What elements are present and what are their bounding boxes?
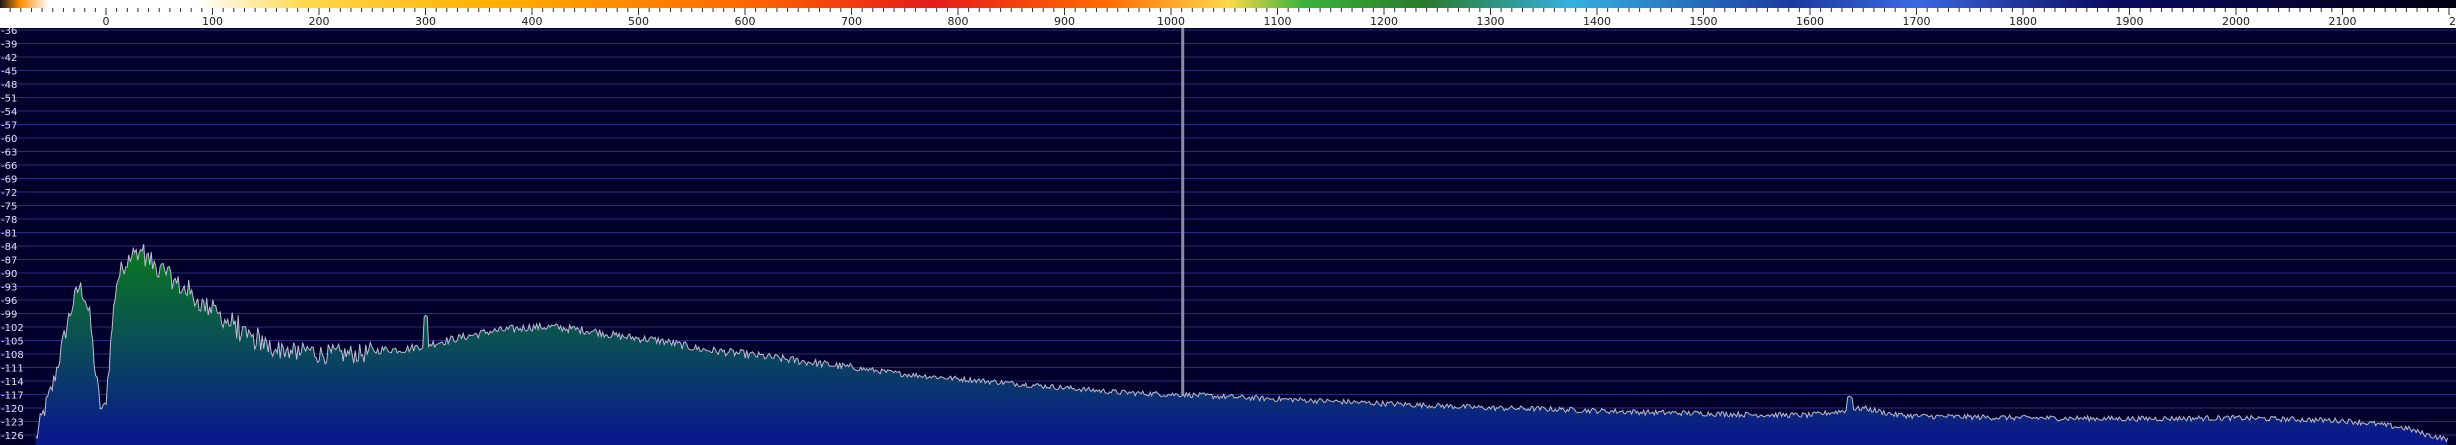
level-tick-label: -114 <box>1 377 24 388</box>
frequency-tick-label: 1000 <box>1157 15 1185 28</box>
level-tick-label: -84 <box>1 242 17 253</box>
frequency-tick-label: 300 <box>415 15 436 28</box>
frequency-tick-label: 0 <box>103 15 110 28</box>
frequency-tick-label: 600 <box>735 15 756 28</box>
level-tick-label: -60 <box>1 134 17 145</box>
frequency-tick-label: 1700 <box>1903 15 1931 28</box>
frequency-tick-label: 1800 <box>2009 15 2037 28</box>
level-tick-label: -36 <box>1 28 17 37</box>
frequency-tick-label: 1600 <box>1796 15 1824 28</box>
frequency-tick-label: 200 <box>309 15 330 28</box>
level-tick-label: -45 <box>1 67 17 78</box>
level-tick-label: -81 <box>1 229 17 240</box>
level-tick-label: -102 <box>1 323 24 334</box>
frequency-tick-label: 100 <box>202 15 223 28</box>
spectrum-fill-area <box>35 244 2448 445</box>
level-scale-labels: -36 -39 -42 -45 -48 -51 -54 -57 -60 -63 -66 -69 -72 -… <box>1 28 24 442</box>
level-tick-label: -63 <box>1 148 17 159</box>
level-tick-label: -111 <box>1 364 24 375</box>
level-tick-label: -48 <box>1 80 17 91</box>
frequency-tick-label: 1900 <box>2116 15 2144 28</box>
frequency-tick-label: 22 <box>2449 15 2456 28</box>
level-tick-label: -93 <box>1 283 17 294</box>
frequency-tick-label: 700 <box>841 15 862 28</box>
frequency-scale[interactable]: 0 100 200 300 400 500 600 700 800 900 1000 1100 1200… <box>0 0 2456 28</box>
level-tick-label: -126 <box>1 431 24 442</box>
frequency-tick-label: 2100 <box>2329 15 2357 28</box>
frequency-tick-label: 1100 <box>1264 15 1292 28</box>
level-tick-label: -90 <box>1 269 17 280</box>
frequency-tick-label: 400 <box>522 15 543 28</box>
level-tick-label: -120 <box>1 404 24 415</box>
level-tick-label: -96 <box>1 296 17 307</box>
level-tick-label: -75 <box>1 202 17 213</box>
level-tick-label: -99 <box>1 310 17 321</box>
level-tick-label: -39 <box>1 40 17 51</box>
level-tick-label: -57 <box>1 121 17 132</box>
frequency-tick-label: 1400 <box>1583 15 1611 28</box>
frequency-tick-label: 1200 <box>1370 15 1398 28</box>
frequency-tick-label: 800 <box>948 15 969 28</box>
level-tick-label: -42 <box>1 53 17 64</box>
frequency-tick-label: 900 <box>1054 15 1075 28</box>
frequency-tick-layer: 0 100 200 300 400 500 600 700 800 900 1000 1100 1200… <box>9 8 2456 28</box>
level-tick-label: -123 <box>1 418 24 429</box>
frequency-tick-label: 1500 <box>1690 15 1718 28</box>
level-tick-label: -51 <box>1 94 17 105</box>
level-tick-label: -87 <box>1 256 17 267</box>
frequency-tick-label: 2000 <box>2222 15 2250 28</box>
frequency-tick-label: 500 <box>628 15 649 28</box>
level-tick-label: -54 <box>1 107 17 118</box>
level-tick-label: -78 <box>1 215 17 226</box>
level-tick-label: -108 <box>1 350 24 361</box>
level-tick-label: -117 <box>1 391 24 402</box>
level-tick-label: -72 <box>1 188 17 199</box>
frequency-tick-label: 1300 <box>1477 15 1505 28</box>
spectrum-analyzer-window: 0 100 200 300 400 500 600 700 800 900 1000 1100 1200… <box>0 0 2456 445</box>
spectrum-plot[interactable]: -36 -39 -42 -45 -48 -51 -54 -57 -60 -63 -66 -69 -72 -… <box>0 28 2456 445</box>
level-tick-label: -69 <box>1 175 17 186</box>
level-tick-label: -105 <box>1 337 24 348</box>
level-tick-label: -66 <box>1 161 17 172</box>
